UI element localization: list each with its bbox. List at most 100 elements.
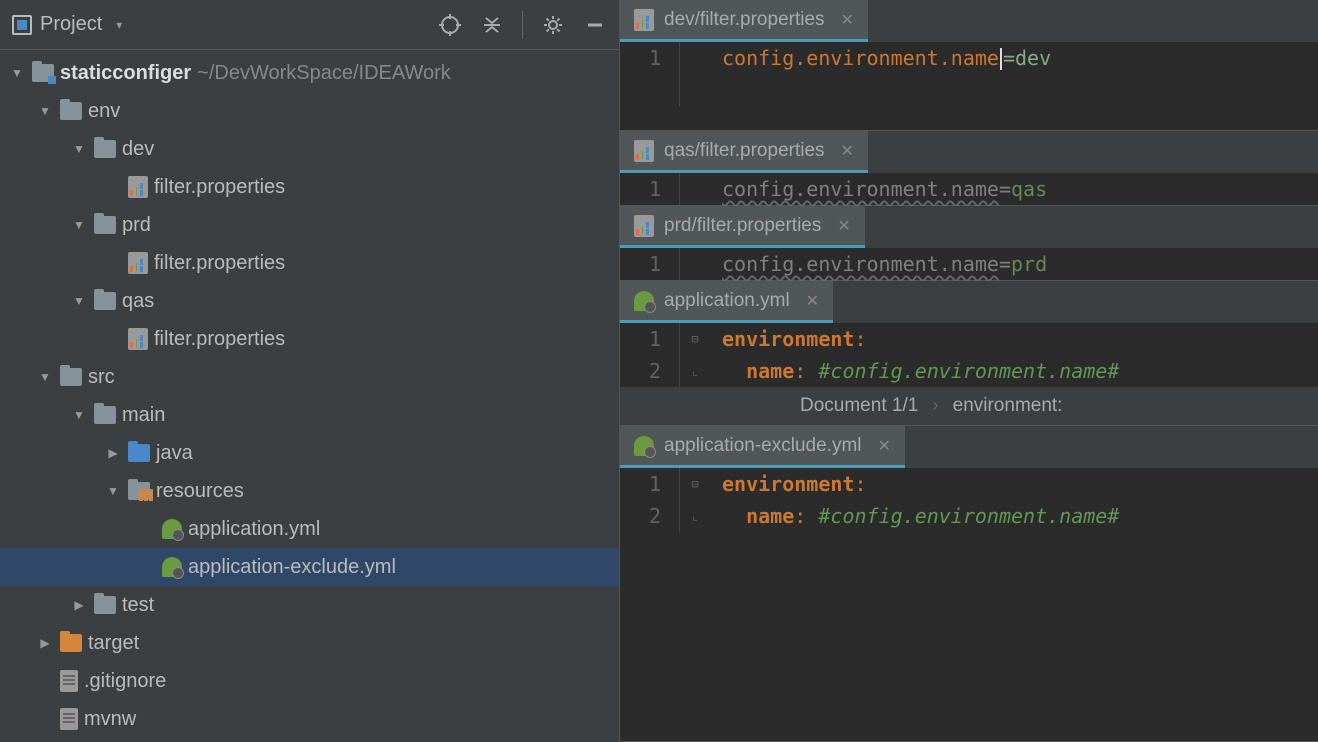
tree-label: target xyxy=(88,632,139,655)
properties-file-icon xyxy=(634,215,654,237)
folder-icon xyxy=(60,368,82,386)
expand-arrow-icon[interactable] xyxy=(70,216,88,234)
spring-config-icon xyxy=(162,519,182,539)
properties-file-icon xyxy=(634,9,654,31)
fold-end-icon: ⌞ xyxy=(680,509,710,523)
project-selector[interactable]: Project ▾ xyxy=(12,13,128,36)
expand-arrow-icon[interactable] xyxy=(70,140,88,158)
tree-path: ~/DevWorkSpace/IDEAWork xyxy=(197,62,451,85)
breadcrumb-doc[interactable]: Document 1/1 xyxy=(800,395,918,417)
expand-arrow-icon[interactable] xyxy=(70,406,88,424)
tree-folder-target[interactable]: target xyxy=(0,624,619,662)
code-content: environment: xyxy=(710,472,867,496)
expand-arrow-icon[interactable] xyxy=(104,444,122,462)
tree-label: application.yml xyxy=(188,518,320,541)
code-content: config.environment.name=qas xyxy=(710,177,1047,201)
project-tree[interactable]: staticconfiger ~/DevWorkSpace/IDEAWork e… xyxy=(0,50,619,742)
resources-folder-icon xyxy=(128,482,150,500)
folder-icon xyxy=(94,292,116,310)
line-number: 1 xyxy=(620,323,680,355)
tree-folder-env[interactable]: env xyxy=(0,92,619,130)
tree-label: resources xyxy=(156,480,244,503)
editor-pane-qas: qas/filter.properties ✕ 1 config.environ… xyxy=(620,131,1318,206)
tree-folder-dev[interactable]: dev xyxy=(0,130,619,168)
editor-pane-app-yml: application.yml ✕ 1 ⊟ environment: 2 ⌞ n… xyxy=(620,281,1318,426)
tab-dev-props[interactable]: dev/filter.properties ✕ xyxy=(620,0,868,42)
tree-file-app-excl-yml[interactable]: application-exclude.yml xyxy=(0,548,619,586)
properties-file-icon xyxy=(128,328,148,350)
fold-marker-icon[interactable]: ⊟ xyxy=(680,332,710,346)
code-editor[interactable]: 1 config.environment.name=dev xyxy=(620,42,1318,130)
project-label: Project xyxy=(40,13,102,36)
tree-label: staticconfiger xyxy=(60,62,191,85)
tree-label: filter.properties xyxy=(154,176,285,199)
tab-label: qas/filter.properties xyxy=(664,140,825,162)
expand-arrow-icon[interactable] xyxy=(36,634,54,652)
tab-bar: application.yml ✕ xyxy=(620,281,1318,323)
close-icon[interactable]: ✕ xyxy=(841,10,854,30)
project-sidebar: Project ▾ staticconfiger ~/DevWorkSpace/… xyxy=(0,0,620,742)
spring-config-icon xyxy=(162,557,182,577)
tree-file-app-yml[interactable]: application.yml xyxy=(0,510,619,548)
tree-label: env xyxy=(88,100,120,123)
tree-folder-test[interactable]: test xyxy=(0,586,619,624)
tree-file-gitignore[interactable]: .gitignore xyxy=(0,662,619,700)
expand-arrow-icon[interactable] xyxy=(36,368,54,386)
breadcrumb-node[interactable]: environment: xyxy=(953,395,1063,417)
tree-file-mvnw[interactable]: mvnw xyxy=(0,700,619,738)
text-file-icon xyxy=(60,670,78,692)
tab-app-excl-yml[interactable]: application-exclude.yml ✕ xyxy=(620,426,905,468)
editor-pane-prd: prd/filter.properties ✕ 1 config.environ… xyxy=(620,206,1318,281)
tree-file-dev-props[interactable]: filter.properties xyxy=(0,168,619,206)
tab-label: application-exclude.yml xyxy=(664,435,862,457)
code-content: config.environment.name=prd xyxy=(710,252,1047,276)
toolbar-divider xyxy=(522,11,523,39)
close-icon[interactable]: ✕ xyxy=(806,291,819,311)
text-file-icon xyxy=(60,708,78,730)
close-icon[interactable]: ✕ xyxy=(841,141,854,161)
folder-icon xyxy=(94,216,116,234)
tree-file-qas-props[interactable]: filter.properties xyxy=(0,320,619,358)
tab-label: dev/filter.properties xyxy=(664,9,825,31)
minimize-icon[interactable] xyxy=(583,13,607,37)
excluded-folder-icon xyxy=(60,634,82,652)
tree-label: java xyxy=(156,442,193,465)
tab-label: application.yml xyxy=(664,290,790,312)
line-number xyxy=(620,74,680,106)
tree-folder-src[interactable]: src xyxy=(0,358,619,396)
tab-bar: prd/filter.properties ✕ xyxy=(620,206,1318,248)
code-editor[interactable]: 1 ⊟ environment: 2 ⌞ name: #config.envir… xyxy=(620,468,1318,532)
expand-arrow-icon[interactable] xyxy=(70,292,88,310)
line-number: 1 xyxy=(620,468,680,500)
expand-arrow-icon[interactable] xyxy=(70,596,88,614)
expand-arrow-icon[interactable] xyxy=(36,102,54,120)
code-editor[interactable]: 1 ⊟ environment: 2 ⌞ name: #config.envir… xyxy=(620,323,1318,387)
close-icon[interactable]: ✕ xyxy=(837,216,850,236)
locate-icon[interactable] xyxy=(438,13,462,37)
line-number: 1 xyxy=(620,42,680,74)
tree-root[interactable]: staticconfiger ~/DevWorkSpace/IDEAWork xyxy=(0,54,619,92)
code-editor[interactable]: 1 config.environment.name=qas xyxy=(620,173,1318,205)
tree-folder-resources[interactable]: resources xyxy=(0,472,619,510)
tree-label: application-exclude.yml xyxy=(188,556,396,579)
tab-prd-props[interactable]: prd/filter.properties ✕ xyxy=(620,206,865,248)
tab-qas-props[interactable]: qas/filter.properties ✕ xyxy=(620,131,868,173)
expand-arrow-icon[interactable] xyxy=(104,482,122,500)
tree-folder-qas[interactable]: qas xyxy=(0,282,619,320)
code-editor[interactable]: 1 config.environment.name=prd xyxy=(620,248,1318,280)
tab-bar: dev/filter.properties ✕ xyxy=(620,0,1318,42)
tab-label: prd/filter.properties xyxy=(664,215,821,237)
gear-icon[interactable] xyxy=(541,13,565,37)
close-icon[interactable]: ✕ xyxy=(878,436,891,456)
line-number: 2 xyxy=(620,355,680,387)
tree-label: dev xyxy=(122,138,154,161)
spring-config-icon xyxy=(634,291,654,311)
tree-folder-main[interactable]: main xyxy=(0,396,619,434)
tree-file-prd-props[interactable]: filter.properties xyxy=(0,244,619,282)
tab-app-yml[interactable]: application.yml ✕ xyxy=(620,281,833,323)
fold-marker-icon[interactable]: ⊟ xyxy=(680,477,710,491)
expand-arrow-icon[interactable] xyxy=(8,64,26,82)
tree-folder-java[interactable]: java xyxy=(0,434,619,472)
tree-folder-prd[interactable]: prd xyxy=(0,206,619,244)
collapse-icon[interactable] xyxy=(480,13,504,37)
